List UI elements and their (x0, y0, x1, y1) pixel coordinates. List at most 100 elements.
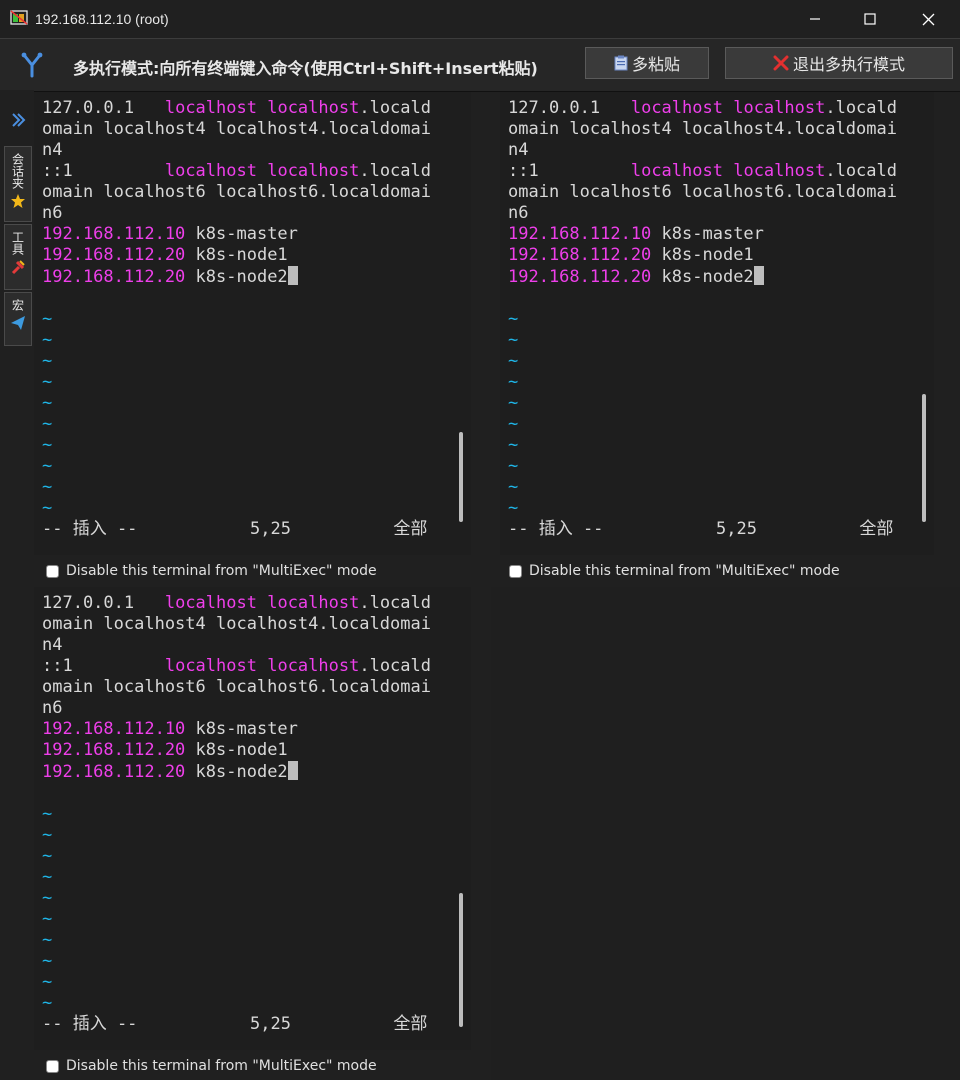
text-cursor (287, 266, 298, 285)
hosts-keyword: localhost (733, 98, 826, 118)
vim-mode-indicator: -- 插入 -- (508, 519, 604, 539)
host-name: k8s-master (661, 224, 764, 244)
hosts-keyword: localhost (164, 656, 257, 676)
empty-line-tilde: ~ (42, 993, 53, 1013)
hosts-text: omain localhost6 localhost6.localdomai (508, 182, 897, 202)
minimize-button[interactable] (786, 0, 844, 38)
close-button[interactable] (899, 0, 957, 38)
maximize-button[interactable] (841, 0, 899, 38)
text-cursor (753, 266, 764, 285)
vim-scroll-scope: 全部 (393, 519, 428, 539)
multiexec-fork-icon (21, 52, 43, 78)
empty-line-tilde: ~ (42, 909, 53, 929)
hosts-keyword: localhost (267, 593, 360, 613)
tab-macros-label: 宏 (10, 299, 25, 311)
disable-multiexec-row[interactable]: Disable this terminal from "MultiExec" m… (46, 557, 377, 585)
scrollbar-thumb[interactable] (459, 893, 463, 1027)
vim-cursor-position: 5,25 (716, 519, 757, 539)
vim-cursor-position: 5,25 (250, 1014, 291, 1034)
hosts-text: .locald (825, 98, 897, 118)
hosts-keyword: localhost (733, 161, 826, 181)
host-name: k8s-node1 (195, 740, 288, 760)
terminal-scrollbar[interactable] (451, 92, 471, 555)
multi-paste-button[interactable]: 多粘贴 (585, 47, 709, 79)
disable-multiexec-checkbox[interactable] (46, 564, 59, 578)
title-bar: 192.168.112.10 (root) (0, 0, 960, 38)
multiexec-message: 多执行模式:向所有终端键入命令(使用Ctrl+Shift+Insert粘贴) (73, 59, 538, 78)
host-ip: 192.168.112.20 (508, 245, 652, 265)
disable-multiexec-label: Disable this terminal from "MultiExec" m… (66, 563, 377, 579)
hosts-ip-loopback6: ::1 (42, 161, 73, 181)
empty-line-tilde: ~ (42, 825, 53, 845)
empty-line-tilde: ~ (42, 330, 53, 350)
vim-scroll-scope: 全部 (393, 1014, 428, 1034)
empty-line-tilde: ~ (508, 393, 519, 413)
terminal-pane-1[interactable]: 127.0.0.1 localhost localhost.locald oma… (34, 92, 471, 555)
host-name: k8s-node2 (661, 267, 754, 287)
empty-line-tilde: ~ (42, 477, 53, 497)
vim-scroll-scope: 全部 (859, 519, 894, 539)
disable-multiexec-label: Disable this terminal from "MultiExec" m… (529, 563, 840, 579)
window-title: 192.168.112.10 (root) (35, 11, 169, 27)
hosts-text: n6 (42, 203, 63, 223)
tab-macros[interactable]: 宏 (4, 292, 32, 346)
terminal-scrollbar[interactable] (914, 92, 934, 555)
star-icon (11, 194, 25, 208)
disable-multiexec-row[interactable]: Disable this terminal from "MultiExec" m… (46, 1052, 377, 1080)
empty-line-tilde: ~ (42, 867, 53, 887)
empty-line-tilde: ~ (42, 888, 53, 908)
tools-icon (11, 260, 25, 275)
exit-multiexec-button[interactable]: 退出多执行模式 (725, 47, 953, 79)
vim-mode-indicator: -- 插入 -- (42, 519, 138, 539)
host-name: k8s-master (195, 224, 298, 244)
hosts-keyword: localhost (267, 161, 360, 181)
hosts-keyword: localhost (630, 98, 723, 118)
tab-sessions[interactable]: 会话夹 (4, 146, 32, 222)
empty-line-tilde: ~ (42, 498, 53, 518)
vim-buffer: 127.0.0.1 localhost localhost.locald oma… (508, 98, 897, 540)
expand-sidebar-icon[interactable] (10, 112, 26, 128)
hosts-text: .locald (359, 98, 431, 118)
hosts-text: n6 (42, 698, 63, 718)
clipboard-icon (614, 55, 628, 71)
empty-line-tilde: ~ (508, 498, 519, 518)
empty-line-tilde: ~ (42, 435, 53, 455)
host-ip: 192.168.112.20 (42, 267, 186, 287)
hosts-ip-loopback4: 127.0.0.1 (508, 98, 601, 118)
red-x-icon (773, 55, 789, 71)
host-ip: 192.168.112.20 (42, 740, 186, 760)
empty-line-tilde: ~ (508, 309, 519, 329)
vim-mode-indicator: -- 插入 -- (42, 1014, 138, 1034)
tab-tools[interactable]: 工具 (4, 224, 32, 290)
hosts-text: n4 (42, 635, 63, 655)
empty-line-tilde: ~ (508, 477, 519, 497)
empty-line-tilde: ~ (508, 414, 519, 434)
send-icon (11, 316, 25, 330)
disable-multiexec-checkbox[interactable] (509, 564, 522, 578)
host-ip: 192.168.112.20 (42, 762, 186, 782)
hosts-text: omain localhost4 localhost4.localdomai (508, 119, 897, 139)
disable-multiexec-label: Disable this terminal from "MultiExec" m… (66, 1058, 377, 1074)
vim-buffer: 127.0.0.1 localhost localhost.locald oma… (42, 593, 431, 1035)
left-sidebar: 会话夹 工具 宏 (0, 90, 34, 1080)
empty-line-tilde: ~ (42, 930, 53, 950)
scrollbar-thumb[interactable] (459, 432, 463, 522)
disable-multiexec-row[interactable]: Disable this terminal from "MultiExec" m… (509, 557, 840, 585)
hosts-keyword: localhost (164, 593, 257, 613)
terminal-scrollbar[interactable] (451, 587, 471, 1050)
hosts-keyword: localhost (267, 98, 360, 118)
disable-multiexec-checkbox[interactable] (46, 1059, 59, 1073)
hosts-text: n4 (42, 140, 63, 160)
terminal-pane-3[interactable]: 127.0.0.1 localhost localhost.locald oma… (34, 587, 471, 1050)
multiexec-bar: 多执行模式:向所有终端键入命令(使用Ctrl+Shift+Insert粘贴) 多… (0, 38, 960, 92)
hosts-text: omain localhost4 localhost4.localdomai (42, 119, 431, 139)
empty-line-tilde: ~ (508, 435, 519, 455)
hosts-keyword: localhost (164, 98, 257, 118)
hosts-text: omain localhost6 localhost6.localdomai (42, 677, 431, 697)
terminal-pane-2[interactable]: 127.0.0.1 localhost localhost.locald oma… (500, 92, 934, 555)
host-name: k8s-node1 (661, 245, 754, 265)
hosts-keyword: localhost (630, 161, 723, 181)
scrollbar-thumb[interactable] (922, 394, 926, 522)
host-name: k8s-master (195, 719, 298, 739)
maximize-icon (864, 13, 876, 25)
